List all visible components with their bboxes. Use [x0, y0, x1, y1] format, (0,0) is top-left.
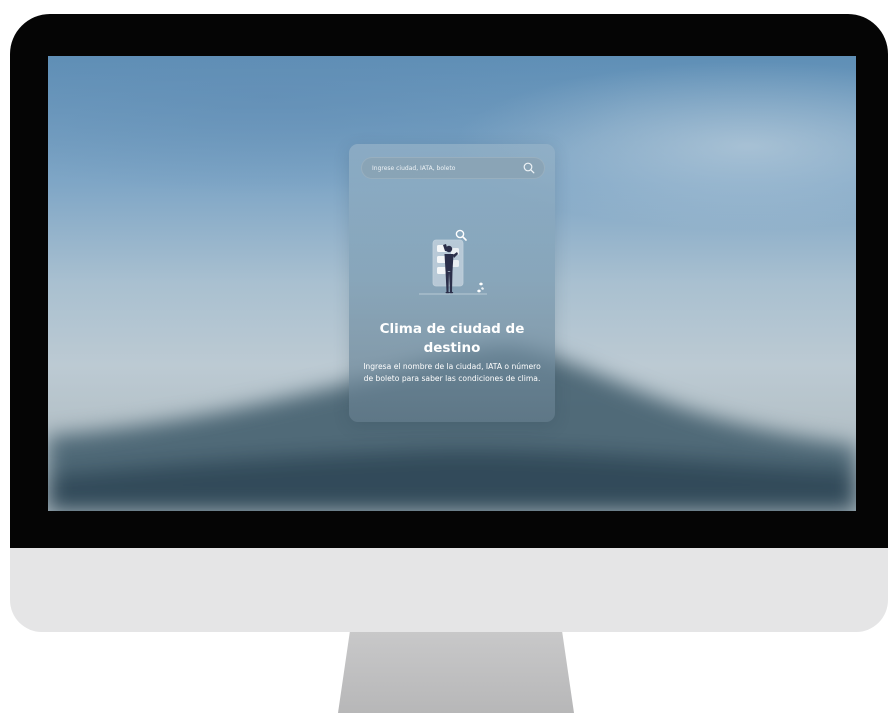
monitor-chin: [10, 548, 888, 632]
traveler-search-illustration: [419, 229, 487, 295]
card-description: Ingresa el nombre de la ciudad, IATA o n…: [363, 362, 541, 383]
weather-card: Clima de ciudad de destino Ingresa el no…: [349, 144, 555, 422]
search-icon[interactable]: [522, 161, 536, 175]
card-title: Clima de ciudad de destino: [379, 321, 525, 356]
search-input[interactable]: [372, 158, 520, 178]
monitor-screen: Clima de ciudad de destino Ingresa el no…: [48, 56, 856, 511]
monitor-stand: [338, 632, 574, 713]
search-bar[interactable]: [361, 157, 545, 179]
